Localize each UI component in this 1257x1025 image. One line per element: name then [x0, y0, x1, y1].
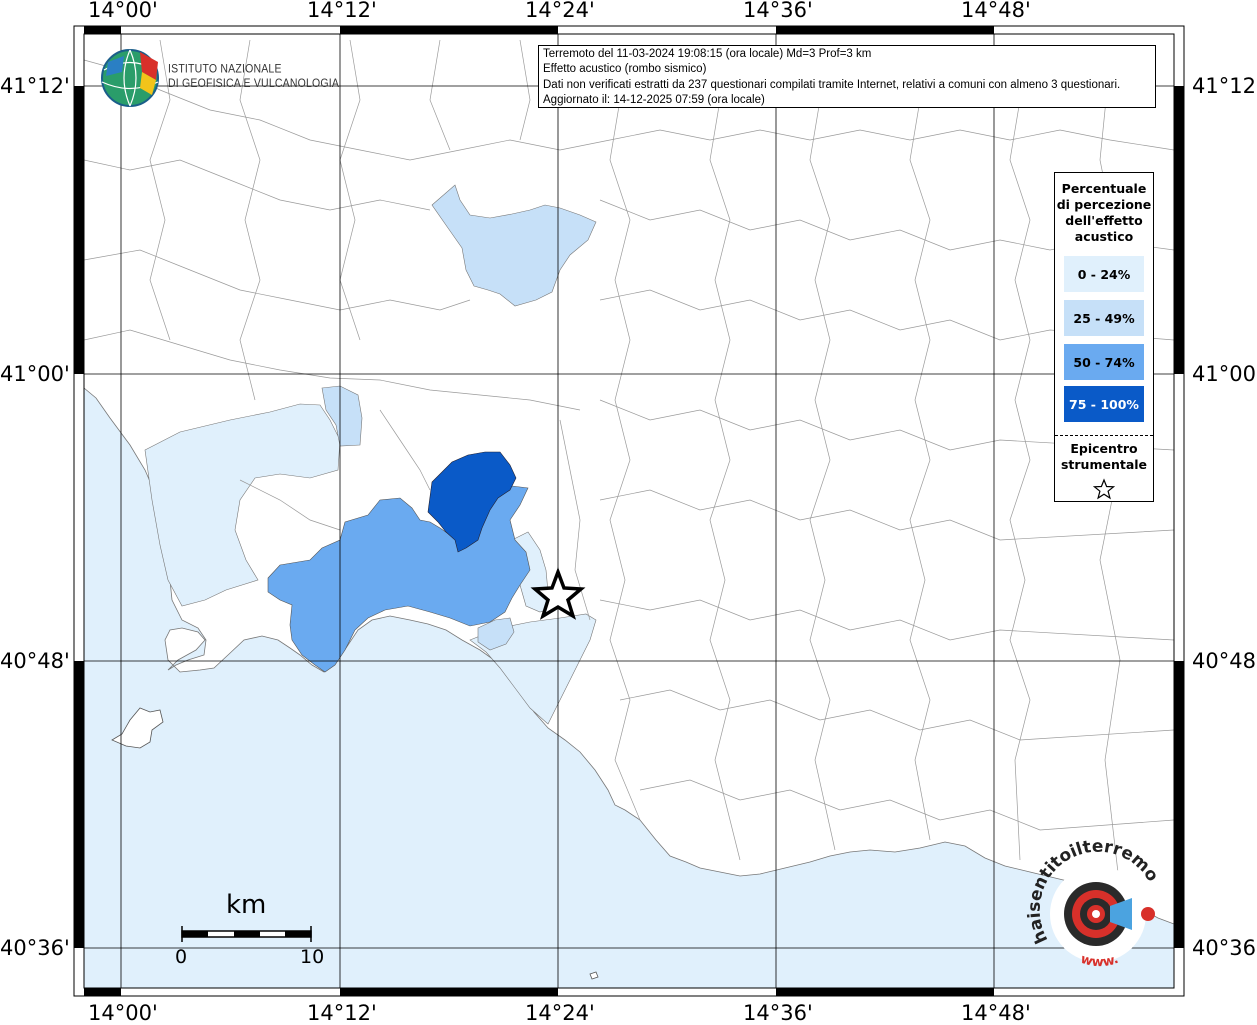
scale-end: 10 — [300, 946, 325, 968]
event-info-box: Terremoto del 11-03-2024 19:08:15 (ora l… — [538, 45, 1156, 108]
lon-label-top: 14°36' — [743, 0, 813, 22]
ingv-logo-icon — [101, 49, 159, 107]
lon-label-bottom: 14°12' — [307, 1001, 377, 1025]
scale-start: 0 — [175, 946, 188, 968]
lon-label-bottom: 14°48' — [961, 1001, 1031, 1025]
lon-label-top: 14°00' — [88, 0, 158, 22]
lat-label-left: 40°36' — [0, 936, 70, 960]
lat-label-left: 41°12' — [0, 74, 70, 98]
lon-label-top: 14°48' — [961, 0, 1031, 22]
legend-epicenter-label: Epicentro strumentale — [1055, 441, 1153, 473]
legend-title-line: dell'effetto — [1065, 213, 1143, 228]
legend-item-50-74: 50 - 74% — [1064, 344, 1144, 380]
legend-item-75-100: 75 - 100% — [1064, 386, 1144, 422]
lat-label-left: 40°48' — [0, 649, 70, 673]
legend: Percentuale di percezione dell'effetto a… — [1054, 172, 1154, 502]
info-line-3: Dati non verificati estratti da 237 ques… — [543, 78, 1121, 91]
lat-label-right: 40°36' — [1192, 936, 1257, 960]
star-icon — [1093, 478, 1115, 500]
legend-title: Percentuale di percezione dell'effetto a… — [1055, 181, 1153, 245]
lat-label-right: 40°48' — [1192, 649, 1257, 673]
lat-label-right: 41°12' — [1192, 74, 1257, 98]
legend-title-line: di percezione — [1056, 197, 1152, 212]
legend-item-0-24: 0 - 24% — [1064, 256, 1144, 292]
legend-title-line: acustico — [1074, 229, 1134, 244]
map: haisentitoilterremoto.it www. — [0, 0, 1185, 997]
info-line-2: Effetto acustico (rombo sismico) — [543, 63, 707, 76]
lon-label-bottom: 14°00' — [88, 1001, 158, 1025]
legend-separator — [1055, 435, 1153, 436]
info-line-1: Terremoto del 11-03-2024 19:08:15 (ora l… — [543, 48, 872, 60]
legend-epicenter-line-2: strumentale — [1060, 457, 1148, 472]
legend-title-line: Percentuale — [1061, 181, 1147, 196]
legend-item-25-49: 25 - 49% — [1064, 300, 1144, 336]
legend-epicenter-line-1: Epicentro — [1070, 441, 1138, 456]
logo-line-1: ISTITUTO NAZIONALE — [168, 62, 282, 76]
lon-label-top: 14°24' — [525, 0, 595, 22]
scale-title: km — [226, 890, 267, 920]
lon-label-top: 14°12' — [307, 0, 377, 22]
lat-label-left: 41°00' — [0, 362, 70, 386]
lat-label-right: 41°00' — [1192, 362, 1257, 386]
logo-line-2: DI GEOFISICA E VULCANOLOGIA — [168, 77, 340, 91]
info-line-4: Aggiornato il: 14-12-2025 07:59 (ora loc… — [543, 93, 765, 106]
lon-label-bottom: 14°24' — [525, 1001, 595, 1025]
ingv-logo-text: ISTITUTO NAZIONALE DI GEOFISICA E VULCAN… — [168, 63, 339, 92]
lon-label-bottom: 14°36' — [743, 1001, 813, 1025]
